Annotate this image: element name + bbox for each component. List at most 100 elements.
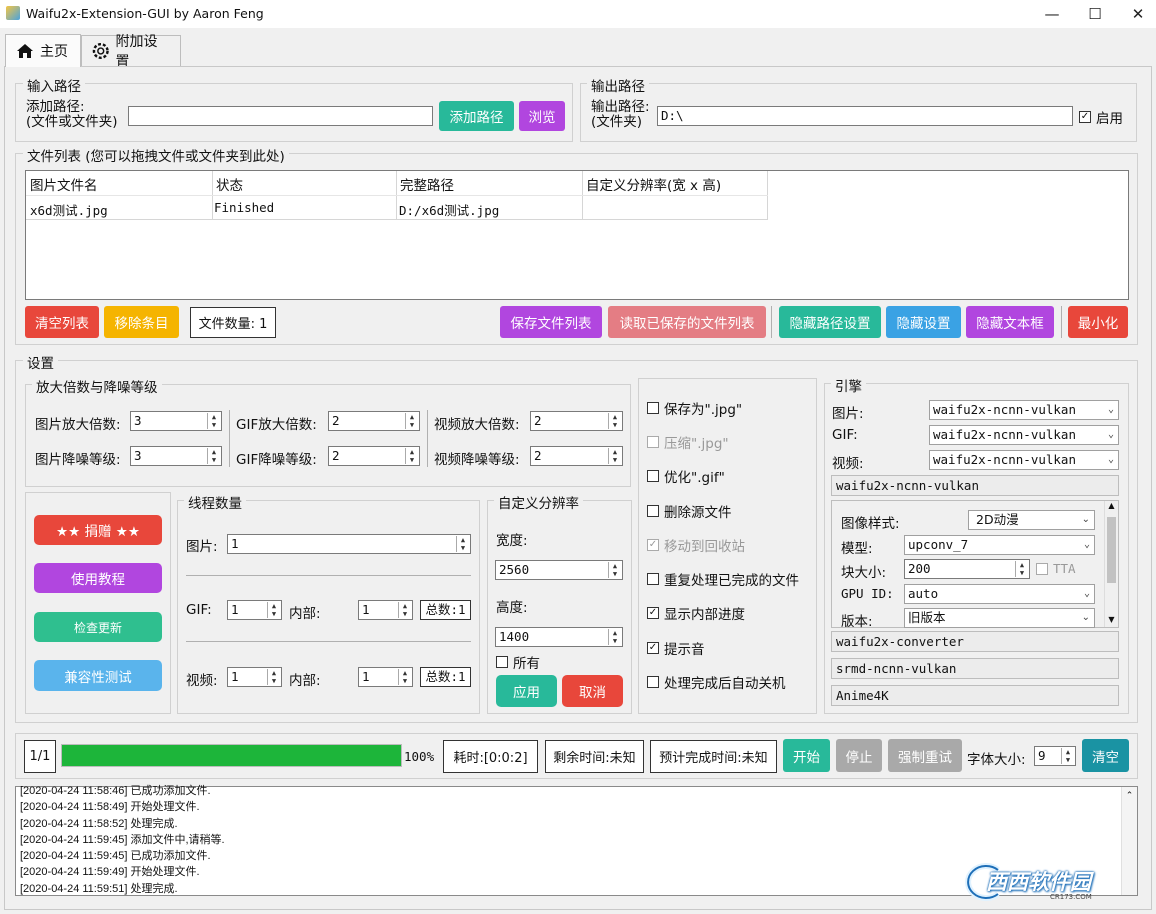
engine-section-srmd-ncnn-vulkan[interactable]: srmd-ncnn-vulkan <box>831 658 1119 679</box>
spin-arrows-icon[interactable]: ▲ ▼ <box>1061 748 1074 764</box>
output-enable-checkbox[interactable]: ✓ 启用 <box>1079 107 1123 127</box>
table-cell-status[interactable]: Finished <box>214 200 274 215</box>
scroll-thumb[interactable] <box>1107 517 1116 583</box>
threads-gif-spinbox[interactable]: 1 ▲ ▼ <box>227 600 282 620</box>
threads-img-spinbox[interactable]: 1 ▲ ▼ <box>227 534 471 554</box>
threads-video-inner-spinbox[interactable]: 1 ▲ ▼ <box>358 667 413 687</box>
table-cell-path[interactable]: D:/x6d测试.jpg <box>399 200 499 219</box>
threads-video-spinbox[interactable]: 1 ▲ ▼ <box>227 667 282 687</box>
browse-button[interactable]: 浏览 <box>519 101 565 131</box>
res-cancel-button[interactable]: 取消 <box>562 675 623 707</box>
chevron-down-icon: ⌄ <box>1083 588 1090 599</box>
version-select[interactable]: 旧版本 ⌄ <box>904 608 1095 628</box>
img-scale-spinbox[interactable]: 3 ▲ ▼ <box>130 411 222 431</box>
spin-arrows-icon[interactable]: ▲ ▼ <box>608 629 621 645</box>
res-all-checkbox[interactable]: 所有 <box>496 652 540 672</box>
spin-arrows-icon[interactable]: ▲ ▼ <box>405 413 418 429</box>
threads-gif-inner-spinbox[interactable]: 1 ▲ ▼ <box>358 600 413 620</box>
add-path-button[interactable]: 添加路径 <box>439 101 514 131</box>
input-path-field[interactable] <box>128 106 433 126</box>
tile-size-spinbox[interactable]: 200 ▲ ▼ <box>904 559 1030 579</box>
col-header-filename[interactable]: 图片文件名 <box>30 174 98 194</box>
option-checkbox[interactable]: ✓ 显示内部进度 <box>647 603 745 623</box>
col-header-status[interactable]: 状态 <box>216 174 243 194</box>
engine-gif-select[interactable]: waifu2x-ncnn-vulkan ⌄ <box>929 425 1119 445</box>
table-cell-filename[interactable]: x6d测试.jpg <box>30 200 108 219</box>
hide-path-settings-button[interactable]: 隐藏路径设置 <box>779 306 881 338</box>
res-apply-button[interactable]: 应用 <box>496 675 557 707</box>
gif-scale-spinbox[interactable]: 2 ▲ ▼ <box>328 411 420 431</box>
start-button[interactable]: 开始 <box>783 739 830 772</box>
close-window-button[interactable]: ✕ <box>1128 4 1148 24</box>
engine-section-anime4k[interactable]: Anime4K <box>831 685 1119 706</box>
hide-settings-button[interactable]: 隐藏设置 <box>886 306 961 338</box>
check-update-button[interactable]: 检查更新 <box>34 612 162 642</box>
spin-arrows-icon[interactable]: ▲ ▼ <box>398 669 411 685</box>
spin-arrows-icon[interactable]: ▲ ▼ <box>405 448 418 464</box>
save-file-list-button[interactable]: 保存文件列表 <box>500 306 602 338</box>
remove-item-button[interactable]: 移除条目 <box>104 306 179 338</box>
option-checkbox[interactable]: 保存为".jpg" <box>647 398 742 418</box>
force-retry-button[interactable]: 强制重试 <box>888 739 962 772</box>
res-height-spinbox[interactable]: 1400 ▲ ▼ <box>495 627 623 647</box>
scroll-down-icon[interactable]: ▼ <box>1105 615 1118 627</box>
tab-home[interactable]: 主页 <box>5 34 81 67</box>
engine-options-scrollbar[interactable]: ▲ ▼ <box>1104 501 1118 627</box>
stop-button[interactable]: 停止 <box>836 739 882 772</box>
res-width-spinbox[interactable]: 2560 ▲ ▼ <box>495 560 623 580</box>
spin-arrows-icon[interactable]: ▲ ▼ <box>398 602 411 618</box>
option-checkbox[interactable]: 重复处理已完成的文件 <box>647 569 799 589</box>
engine-video-select[interactable]: waifu2x-ncnn-vulkan ⌄ <box>929 450 1119 470</box>
compatibility-test-button[interactable]: 兼容性测试 <box>34 660 162 691</box>
tab-extra-settings[interactable]: 附加设置 <box>81 34 181 70</box>
spin-arrows-icon[interactable]: ▲ ▼ <box>267 669 280 685</box>
video-denoise-spinbox[interactable]: 2 ▲ ▼ <box>530 446 623 466</box>
image-style-select[interactable]: 2D动漫 ⌄ <box>968 510 1095 530</box>
load-file-list-button[interactable]: 读取已保存的文件列表 <box>608 306 766 338</box>
checkbox-box: ✓ <box>647 607 659 619</box>
spin-arrows-icon[interactable]: ▲ ▼ <box>207 413 220 429</box>
spin-arrows-icon[interactable]: ▲ ▼ <box>207 448 220 464</box>
scroll-up-icon[interactable]: ⌃ <box>1122 787 1137 803</box>
separator <box>771 306 772 338</box>
option-checkbox[interactable]: 优化".gif" <box>647 466 725 486</box>
tutorial-button[interactable]: 使用教程 <box>34 563 162 593</box>
tta-checkbox[interactable]: TTA <box>1036 561 1076 576</box>
maximize-window-button[interactable]: ☐ <box>1085 4 1105 24</box>
file-list-title: 文件列表 (您可以拖拽文件或文件夹到此处) <box>23 145 289 165</box>
scroll-up-icon[interactable]: ▲ <box>1105 501 1118 513</box>
col-header-resolution[interactable]: 自定义分辨率(宽 x 高) <box>586 174 721 194</box>
clear-log-button[interactable]: 清空 <box>1082 739 1129 772</box>
spin-arrows-icon[interactable]: ▲ ▼ <box>267 602 280 618</box>
spin-arrows-icon[interactable]: ▲ ▼ <box>1015 561 1028 577</box>
option-checkbox[interactable]: 处理完成后自动关机 <box>647 672 786 692</box>
gpu-id-select[interactable]: auto ⌄ <box>904 584 1095 604</box>
option-checkbox[interactable]: 压缩".jpg" <box>647 432 729 452</box>
hide-text-box-button[interactable]: 隐藏文本框 <box>966 306 1054 338</box>
chevron-down-icon: ⌄ <box>1107 454 1114 465</box>
gif-denoise-spinbox[interactable]: 2 ▲ ▼ <box>328 446 420 466</box>
engine-section-waifu2x-ncnn-vulkan[interactable]: waifu2x-ncnn-vulkan <box>831 475 1119 496</box>
engine-img-select[interactable]: waifu2x-ncnn-vulkan ⌄ <box>929 400 1119 420</box>
minimize-window-button[interactable]: — <box>1042 4 1062 24</box>
img-denoise-spinbox[interactable]: 3 ▲ ▼ <box>130 446 222 466</box>
donate-button[interactable]: ★★ 捐赠 ★★ <box>34 515 162 545</box>
spin-arrows-icon[interactable]: ▲ ▼ <box>456 536 469 552</box>
option-checkbox[interactable]: ✓ 移动到回收站 <box>647 535 745 555</box>
checkbox-box <box>1036 562 1048 575</box>
file-list-table[interactable]: 图片文件名 状态 完整路径 自定义分辨率(宽 x 高) x6d测试.jpg Fi… <box>25 170 1129 300</box>
chevron-down-icon: ⌄ <box>1083 539 1090 550</box>
minimize-button[interactable]: 最小化 <box>1068 306 1128 338</box>
spin-arrows-icon[interactable]: ▲ ▼ <box>608 413 621 429</box>
engine-section-waifu2x-converter[interactable]: waifu2x-converter <box>831 631 1119 652</box>
option-checkbox[interactable]: ✓ 提示音 <box>647 638 705 658</box>
clear-list-button[interactable]: 清空列表 <box>25 306 99 338</box>
font-size-spinbox[interactable]: 9 ▲ ▼ <box>1034 746 1076 766</box>
output-path-field[interactable]: D:\ <box>657 106 1073 126</box>
video-scale-spinbox[interactable]: 2 ▲ ▼ <box>530 411 623 431</box>
model-select[interactable]: upconv_7 ⌄ <box>904 535 1095 555</box>
option-checkbox[interactable]: 删除源文件 <box>647 501 732 521</box>
spin-arrows-icon[interactable]: ▲ ▼ <box>608 562 621 578</box>
col-header-path[interactable]: 完整路径 <box>400 174 454 194</box>
spin-arrows-icon[interactable]: ▲ ▼ <box>608 448 621 464</box>
